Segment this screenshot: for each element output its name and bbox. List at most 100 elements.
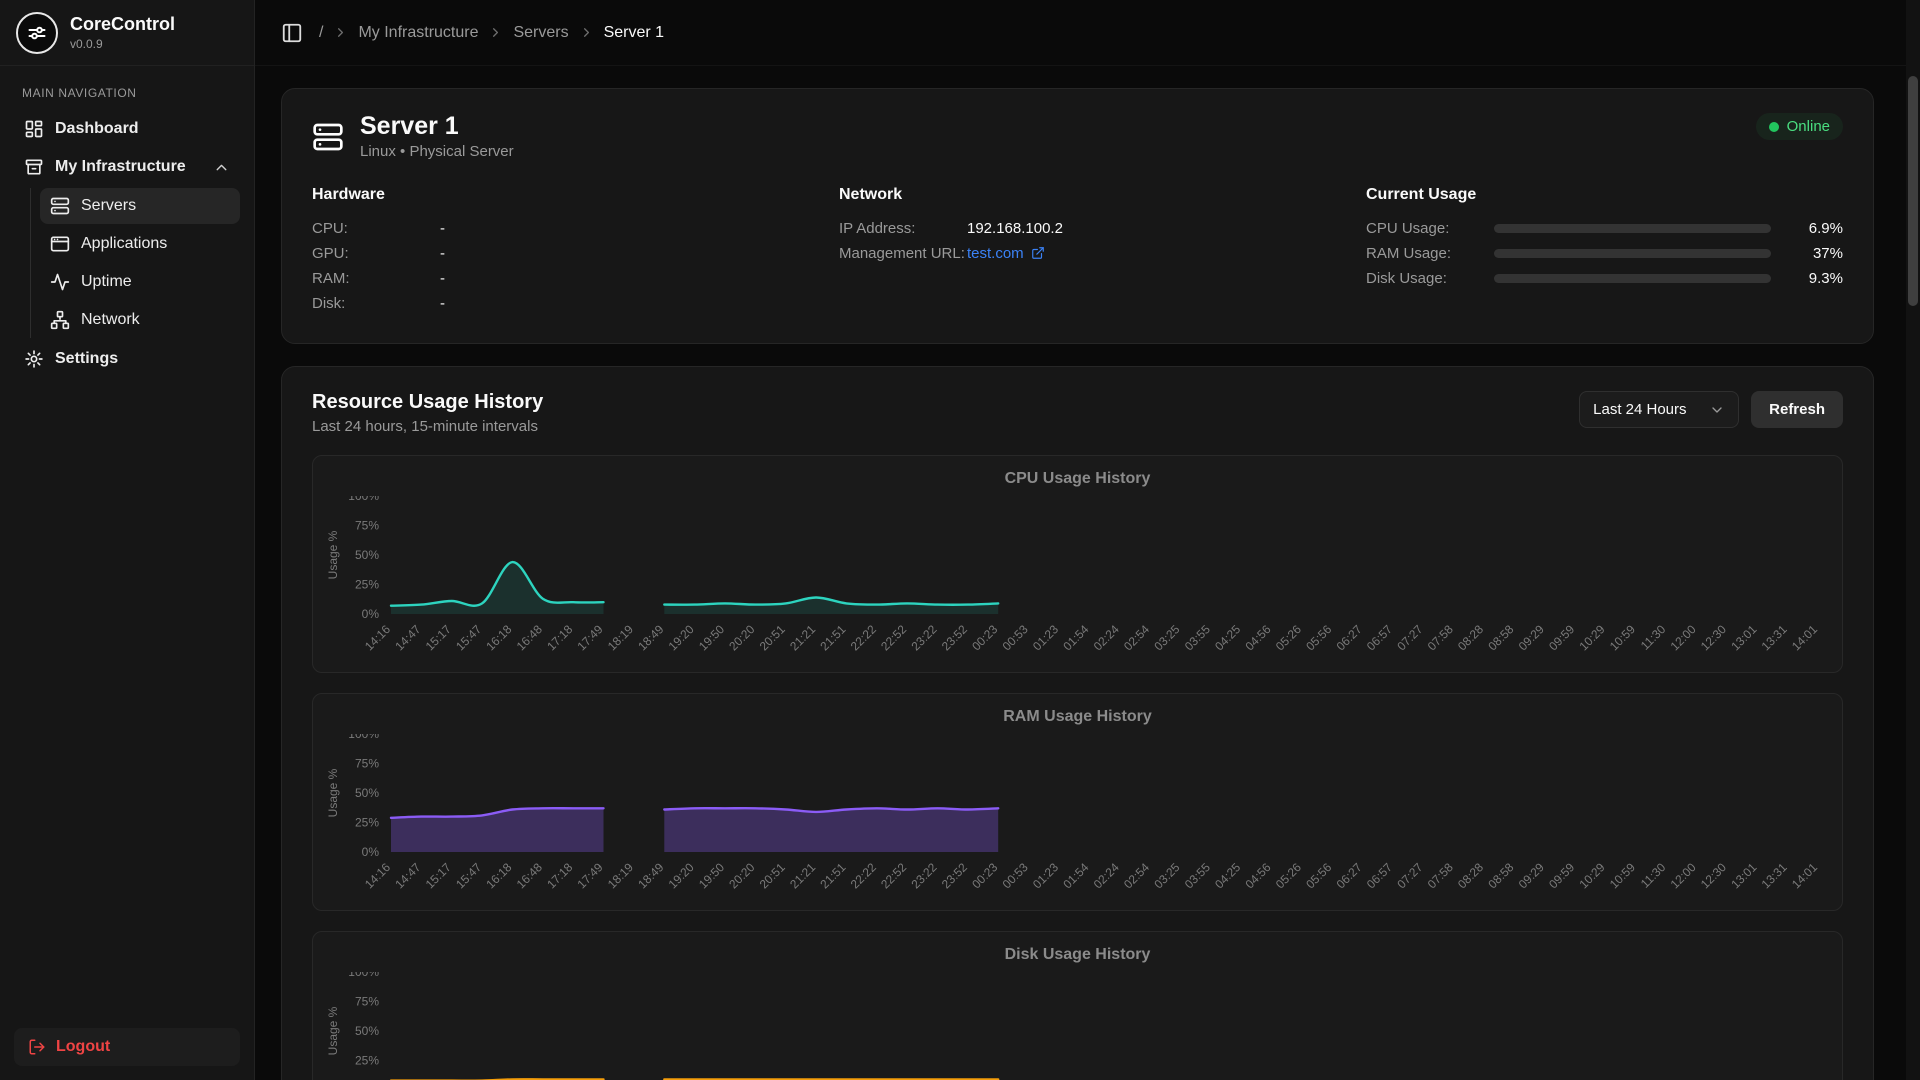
svg-text:21:51: 21:51 (817, 622, 848, 653)
svg-text:100%: 100% (348, 972, 379, 979)
sidebar-item-applications[interactable]: Applications (40, 226, 240, 262)
svg-text:15:17: 15:17 (423, 860, 454, 891)
sidebar-item-servers[interactable]: Servers (40, 188, 240, 224)
breadcrumb: / My Infrastructure Servers Server 1 (319, 24, 664, 42)
sidebar-item-label: Servers (81, 197, 136, 215)
svg-text:15:47: 15:47 (453, 622, 484, 653)
scrollbar[interactable] (1908, 76, 1918, 306)
svg-text:22:52: 22:52 (878, 622, 909, 653)
ip-address-value: 192.168.100.2 (967, 220, 1063, 237)
breadcrumb-servers[interactable]: Servers (513, 24, 568, 42)
svg-text:0%: 0% (362, 607, 380, 621)
svg-text:17:18: 17:18 (544, 622, 575, 653)
svg-text:14:01: 14:01 (1789, 860, 1820, 891)
svg-text:07:58: 07:58 (1425, 860, 1456, 891)
sidebar: CoreControl v0.0.9 MAIN NAVIGATION Dashb… (0, 0, 255, 1080)
server-meta: Linux • Physical Server (360, 143, 514, 160)
management-url-link[interactable]: test.com (967, 245, 1045, 262)
hardware-row-ram: RAM: - (312, 269, 789, 287)
breadcrumb-current: Server 1 (604, 24, 664, 42)
infrastructure-icon (24, 157, 44, 177)
svg-text:01:54: 01:54 (1060, 622, 1091, 653)
svg-text:12:30: 12:30 (1698, 860, 1729, 891)
time-range-select[interactable]: Last 24 Hours (1579, 391, 1739, 428)
sidebar-item-network[interactable]: Network (40, 302, 240, 338)
svg-text:13:31: 13:31 (1759, 622, 1790, 653)
svg-text:09:29: 09:29 (1516, 860, 1547, 891)
cpu-usage-chart: 0%25%50%75%100%Usage %14:1614:4715:1715:… (325, 496, 1830, 666)
svg-text:16:18: 16:18 (483, 622, 514, 653)
sidebar-item-label: Uptime (81, 273, 132, 291)
disk-history-panel: Disk Usage History 0%25%50%75%100%Usage … (312, 931, 1843, 1080)
svg-text:100%: 100% (348, 734, 379, 741)
svg-text:06:27: 06:27 (1334, 622, 1365, 653)
logout-container: Logout (0, 1014, 254, 1080)
sidebar-item-settings[interactable]: Settings (14, 340, 240, 378)
cpu-usage-value: 6.9% (1785, 220, 1843, 237)
sidebar-item-label: Dashboard (55, 120, 139, 138)
network-row-url: Management URL: test.com (839, 244, 1316, 262)
svg-text:19:20: 19:20 (666, 622, 697, 653)
svg-text:00:53: 00:53 (1000, 860, 1031, 891)
sidebar-toggle-button[interactable] (281, 22, 303, 44)
svg-text:20:51: 20:51 (757, 860, 788, 891)
svg-text:10:59: 10:59 (1607, 860, 1638, 891)
chevron-up-icon (213, 159, 230, 176)
disk-usage-chart: 0%25%50%75%100%Usage %14:1614:4715:1715:… (325, 972, 1830, 1080)
online-dot-icon (1769, 122, 1779, 132)
server-icon (312, 121, 344, 153)
logout-icon (28, 1038, 46, 1056)
svg-text:01:23: 01:23 (1030, 860, 1061, 891)
svg-text:04:56: 04:56 (1242, 622, 1273, 653)
svg-text:10:59: 10:59 (1607, 622, 1638, 653)
ram-history-panel: RAM Usage History 0%25%50%75%100%Usage %… (312, 693, 1843, 911)
logout-button[interactable]: Logout (14, 1028, 240, 1066)
history-subtitle: Last 24 hours, 15-minute intervals (312, 418, 543, 435)
network-section: Network IP Address: 192.168.100.2 Manage… (839, 186, 1316, 319)
sidebar-item-infrastructure[interactable]: My Infrastructure (14, 148, 240, 186)
svg-text:11:30: 11:30 (1638, 622, 1669, 653)
chevron-right-icon (333, 25, 348, 40)
svg-text:11:30: 11:30 (1638, 860, 1669, 891)
app-logo-icon (16, 12, 58, 54)
hardware-section: Hardware CPU: - GPU: - RAM: - (312, 186, 789, 319)
svg-text:14:16: 14:16 (362, 622, 393, 653)
usage-row-disk: Disk Usage: 9.3% (1366, 269, 1843, 287)
refresh-button[interactable]: Refresh (1751, 391, 1843, 428)
svg-text:04:56: 04:56 (1242, 860, 1273, 891)
top-bar: / My Infrastructure Servers Server 1 (255, 0, 1920, 66)
svg-text:00:53: 00:53 (1000, 622, 1031, 653)
gear-icon (24, 349, 44, 369)
sidebar-item-uptime[interactable]: Uptime (40, 264, 240, 300)
svg-text:20:20: 20:20 (726, 860, 757, 891)
ram-usage-value: 37% (1785, 245, 1843, 262)
svg-text:21:21: 21:21 (787, 622, 818, 653)
svg-text:23:22: 23:22 (908, 622, 939, 653)
svg-text:05:56: 05:56 (1303, 860, 1334, 891)
svg-text:23:22: 23:22 (908, 860, 939, 891)
svg-text:04:25: 04:25 (1212, 622, 1243, 653)
app-root: CoreControl v0.0.9 MAIN NAVIGATION Dashb… (0, 0, 1920, 1080)
svg-text:02:24: 02:24 (1091, 622, 1122, 653)
page-title: Server 1 (360, 113, 514, 139)
svg-text:10:29: 10:29 (1576, 860, 1607, 891)
sidebar-item-label: Applications (81, 235, 167, 253)
svg-text:02:54: 02:54 (1121, 860, 1152, 891)
app-name: CoreControl (70, 14, 175, 35)
breadcrumb-infrastructure[interactable]: My Infrastructure (358, 24, 478, 42)
svg-text:17:18: 17:18 (544, 860, 575, 891)
svg-text:20:20: 20:20 (726, 622, 757, 653)
svg-text:14:47: 14:47 (392, 622, 423, 653)
svg-text:07:27: 07:27 (1394, 622, 1425, 653)
sidebar-item-dashboard[interactable]: Dashboard (14, 110, 240, 148)
main-area: / My Infrastructure Servers Server 1 (255, 0, 1920, 1080)
time-range-value: Last 24 Hours (1593, 401, 1686, 418)
svg-text:06:57: 06:57 (1364, 860, 1395, 891)
infrastructure-submenu: Servers Applications Uptime (30, 188, 240, 338)
history-title: Resource Usage History (312, 391, 543, 414)
breadcrumb-root[interactable]: / (319, 24, 323, 42)
svg-text:17:49: 17:49 (574, 622, 605, 653)
app-version: v0.0.9 (70, 37, 175, 51)
chart-title: Disk Usage History (325, 946, 1830, 964)
svg-text:12:00: 12:00 (1668, 860, 1699, 891)
